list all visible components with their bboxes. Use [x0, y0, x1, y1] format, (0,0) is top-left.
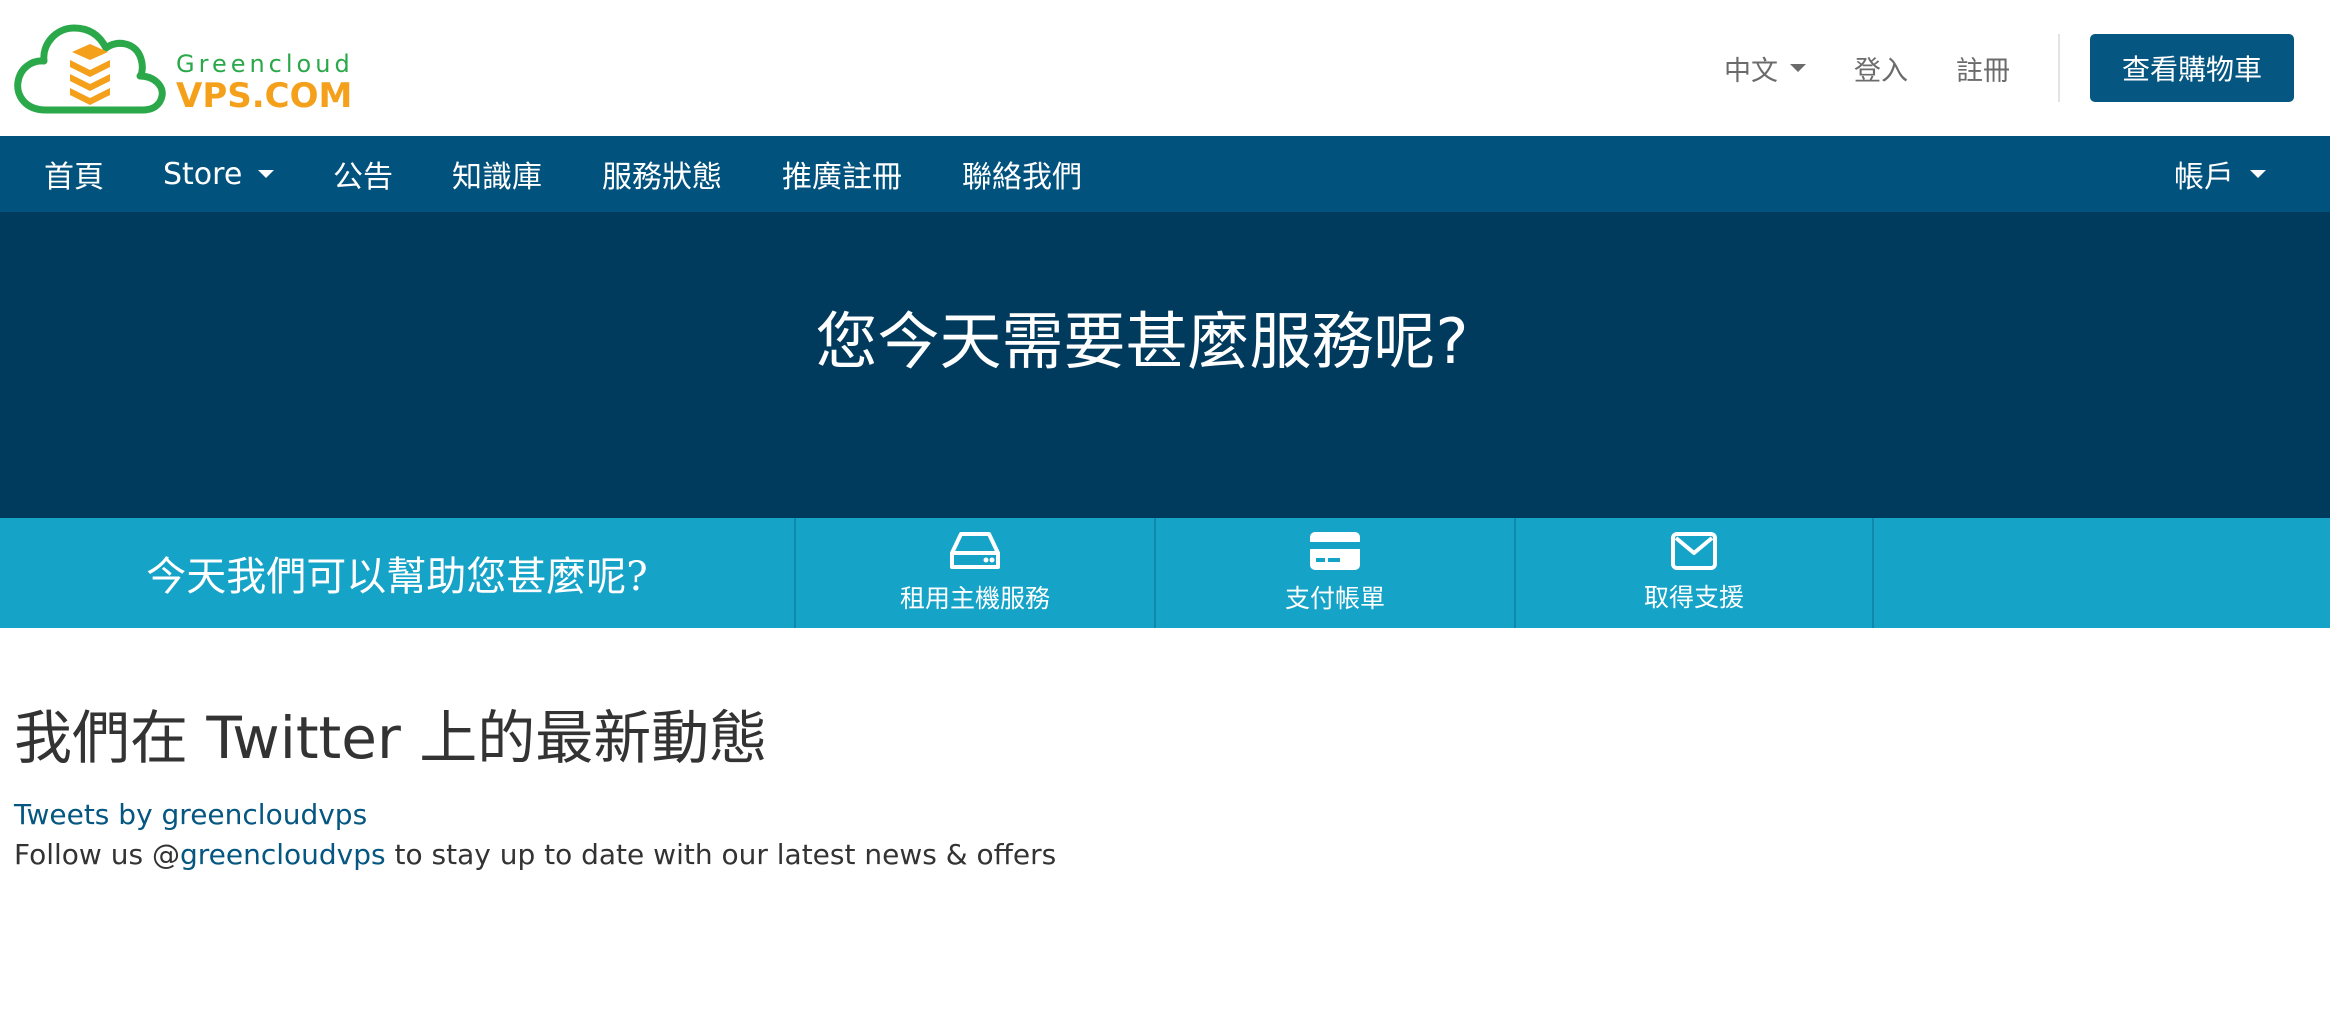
help-action-label: 租用主機服務	[899, 584, 1050, 613]
register-link[interactable]: 註冊	[1956, 49, 2010, 88]
logo-line-greencloud: Greencloud	[176, 50, 354, 78]
nav-item-store[interactable]: Store	[163, 136, 275, 212]
view-cart-button[interactable]: 查看購物車	[2089, 34, 2294, 102]
nav-item-home[interactable]: 首頁	[44, 136, 104, 212]
hero-banner: 您今天需要甚麼服務呢?	[0, 212, 2330, 518]
header-divider	[2057, 34, 2060, 102]
server-icon	[950, 532, 1000, 569]
tweets-by-link[interactable]: Tweets by greencloudvps	[14, 798, 367, 832]
nav-item-announcements[interactable]: 公告	[333, 136, 393, 212]
caret-down-icon	[2250, 170, 2266, 178]
help-action-bar: 今天我們可以幫助您甚麼呢? 租用主機服務 支付帳單 取得支援	[0, 518, 2330, 628]
follow-us-text: Follow us @greencloudvps to stay up to d…	[14, 838, 1056, 872]
hero-title: 您今天需要甚麼服務呢?	[815, 305, 1469, 378]
nav-item-label: 服務狀態	[602, 160, 722, 195]
nav-item-contact[interactable]: 聯絡我們	[962, 136, 1082, 212]
nav-item-label: 首頁	[44, 160, 104, 195]
help-prompt: 今天我們可以幫助您甚麼呢?	[146, 554, 648, 600]
nav-item-network-status[interactable]: 服務狀態	[602, 136, 722, 212]
header-links: 中文 登入 註冊 查看購物車	[1724, 34, 2294, 102]
nav-item-knowledgebase[interactable]: 知識庫	[452, 136, 542, 212]
nav-item-affiliates[interactable]: 推廣註冊	[782, 136, 902, 212]
nav-item-account[interactable]: 帳戶	[2174, 152, 2266, 196]
main-navbar: 首頁 Store 公告 知識庫 服務狀態 推廣註冊 聯絡我們 帳戶	[0, 136, 2330, 212]
site-header: Greencloud VPS.COM 中文 登入 註冊 查看購物車	[0, 0, 2330, 136]
nav-item-label: 推廣註冊	[782, 160, 902, 195]
logo-wordmark: Greencloud VPS.COM	[176, 50, 354, 114]
credit-card-icon	[1310, 532, 1360, 570]
follow-suffix: to stay up to date with our latest news …	[385, 838, 1057, 871]
nav-account-area: 帳戶	[2174, 136, 2266, 212]
caret-down-icon	[258, 170, 275, 178]
nav-item-label: 公告	[333, 160, 393, 195]
nav-item-label: 聯絡我們	[962, 160, 1082, 195]
twitter-handle-link[interactable]: greencloudvps	[180, 838, 386, 871]
twitter-section-title: 我們在 Twitter 上的最新動態	[14, 704, 768, 772]
login-link[interactable]: 登入	[1854, 49, 1908, 88]
envelope-icon	[1671, 532, 1717, 570]
greencloud-logo[interactable]: Greencloud VPS.COM	[12, 14, 352, 118]
nav-item-label: Store	[163, 156, 243, 192]
help-action-label: 取得支援	[1643, 583, 1744, 612]
follow-prefix: Follow us @	[14, 838, 180, 871]
language-label: 中文	[1723, 55, 1778, 87]
nav-item-label: 帳戶	[2174, 160, 2234, 195]
caret-down-icon	[1789, 64, 1806, 72]
cloud-logo-icon	[14, 24, 166, 114]
order-hosting-button[interactable]: 租用主機服務	[794, 518, 1154, 628]
logo-line-vps: VPS.COM	[176, 76, 353, 116]
nav-item-label: 知識庫	[452, 160, 542, 195]
language-selector[interactable]: 中文	[1724, 49, 1806, 88]
get-support-button[interactable]: 取得支援	[1514, 518, 1874, 628]
help-action-label: 支付帳單	[1284, 584, 1385, 613]
pay-invoice-button[interactable]: 支付帳單	[1154, 518, 1514, 628]
